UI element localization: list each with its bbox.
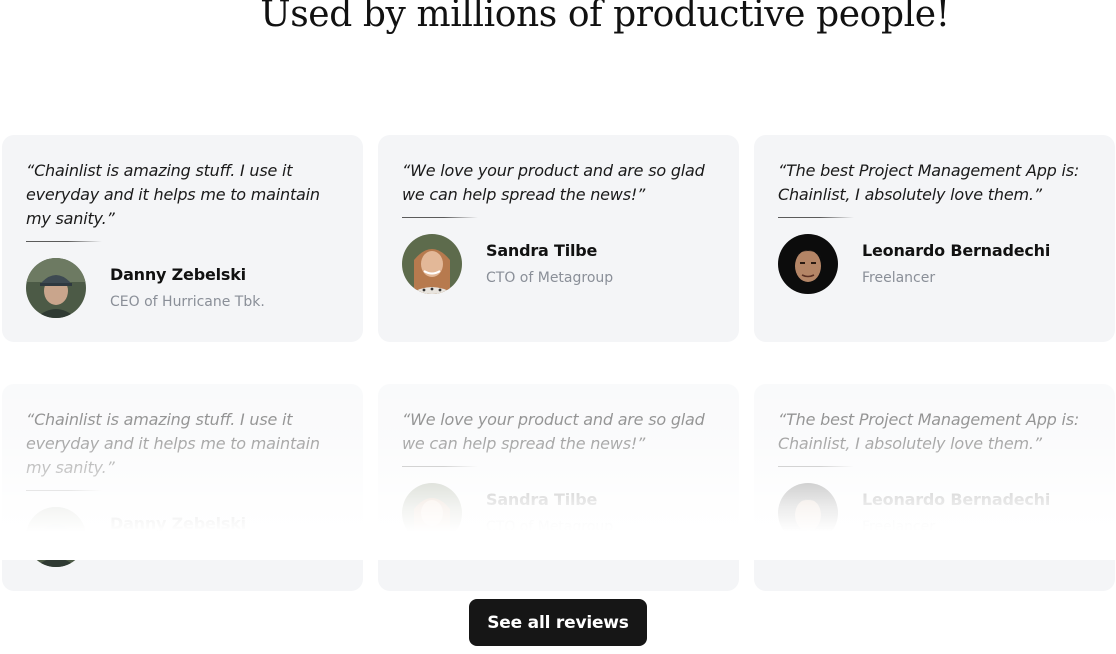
quote-divider <box>26 490 102 491</box>
reviewer-role: CTO of Metagroup <box>486 519 614 535</box>
reviewer-name: Danny Zebelski <box>110 265 246 284</box>
reviews-row: “Chainlist is amazing stuff. I use it ev… <box>2 135 1115 342</box>
reviewer-name: Sandra Tilbe <box>486 241 598 260</box>
reviewer-role: CTO of Metagroup <box>486 270 614 286</box>
reviewer-role: Freelancer <box>862 270 936 286</box>
review-card: “We love your product and are so glad we… <box>378 135 739 342</box>
reviewer: Leonardo Bernadechi Freelancer <box>778 234 1091 294</box>
review-quote: “The best Project Management App is: Cha… <box>778 161 1080 204</box>
quote-divider <box>26 241 102 242</box>
review-card: “The best Project Management App is: Cha… <box>754 384 1115 591</box>
reviewer-name: Leonardo Bernadechi <box>862 241 1051 260</box>
avatar <box>778 234 838 294</box>
review-card: “Chainlist is amazing stuff. I use it ev… <box>2 384 363 591</box>
review-quote: “Chainlist is amazing stuff. I use it ev… <box>26 161 320 228</box>
avatar <box>402 483 462 543</box>
review-quote: “The best Project Management App is: Cha… <box>778 410 1080 453</box>
avatar <box>402 234 462 294</box>
quote-divider <box>402 466 478 467</box>
quote-divider <box>778 466 854 467</box>
quote-divider <box>778 217 854 218</box>
review-card: “Chainlist is amazing stuff. I use it ev… <box>2 135 363 342</box>
quote-divider <box>402 217 478 218</box>
reviewer: Sandra Tilbe CTO of Metagroup <box>402 483 715 543</box>
reviewer-role: CEO of Hurricane Tbk. <box>110 543 265 559</box>
reviews-grid: “Chainlist is amazing stuff. I use it ev… <box>2 135 1115 591</box>
review-card: “The best Project Management App is: Cha… <box>754 135 1115 342</box>
review-card: “We love your product and are so glad we… <box>378 384 739 591</box>
avatar <box>778 483 838 543</box>
review-quote: “We love your product and are so glad we… <box>402 161 705 204</box>
review-quote: “Chainlist is amazing stuff. I use it ev… <box>26 410 320 477</box>
reviewer: Danny Zebelski CEO of Hurricane Tbk. <box>26 507 339 567</box>
avatar <box>26 258 86 318</box>
reviewer-name: Leonardo Bernadechi <box>862 490 1051 509</box>
reviews-row-faded: “Chainlist is amazing stuff. I use it ev… <box>2 384 1115 591</box>
see-all-reviews-button[interactable]: See all reviews <box>469 599 647 646</box>
reviewer-role: Freelancer <box>862 519 936 535</box>
reviewer: Leonardo Bernadechi Freelancer <box>778 483 1091 543</box>
section-headline: Used by millions of productive people! <box>260 0 950 35</box>
reviewer-role: CEO of Hurricane Tbk. <box>110 294 265 310</box>
reviewer-name: Sandra Tilbe <box>486 490 598 509</box>
reviewer-name: Danny Zebelski <box>110 514 246 533</box>
avatar <box>26 507 86 567</box>
review-quote: “We love your product and are so glad we… <box>402 410 705 453</box>
reviewer: Sandra Tilbe CTO of Metagroup <box>402 234 715 294</box>
reviewer: Danny Zebelski CEO of Hurricane Tbk. <box>26 258 339 318</box>
